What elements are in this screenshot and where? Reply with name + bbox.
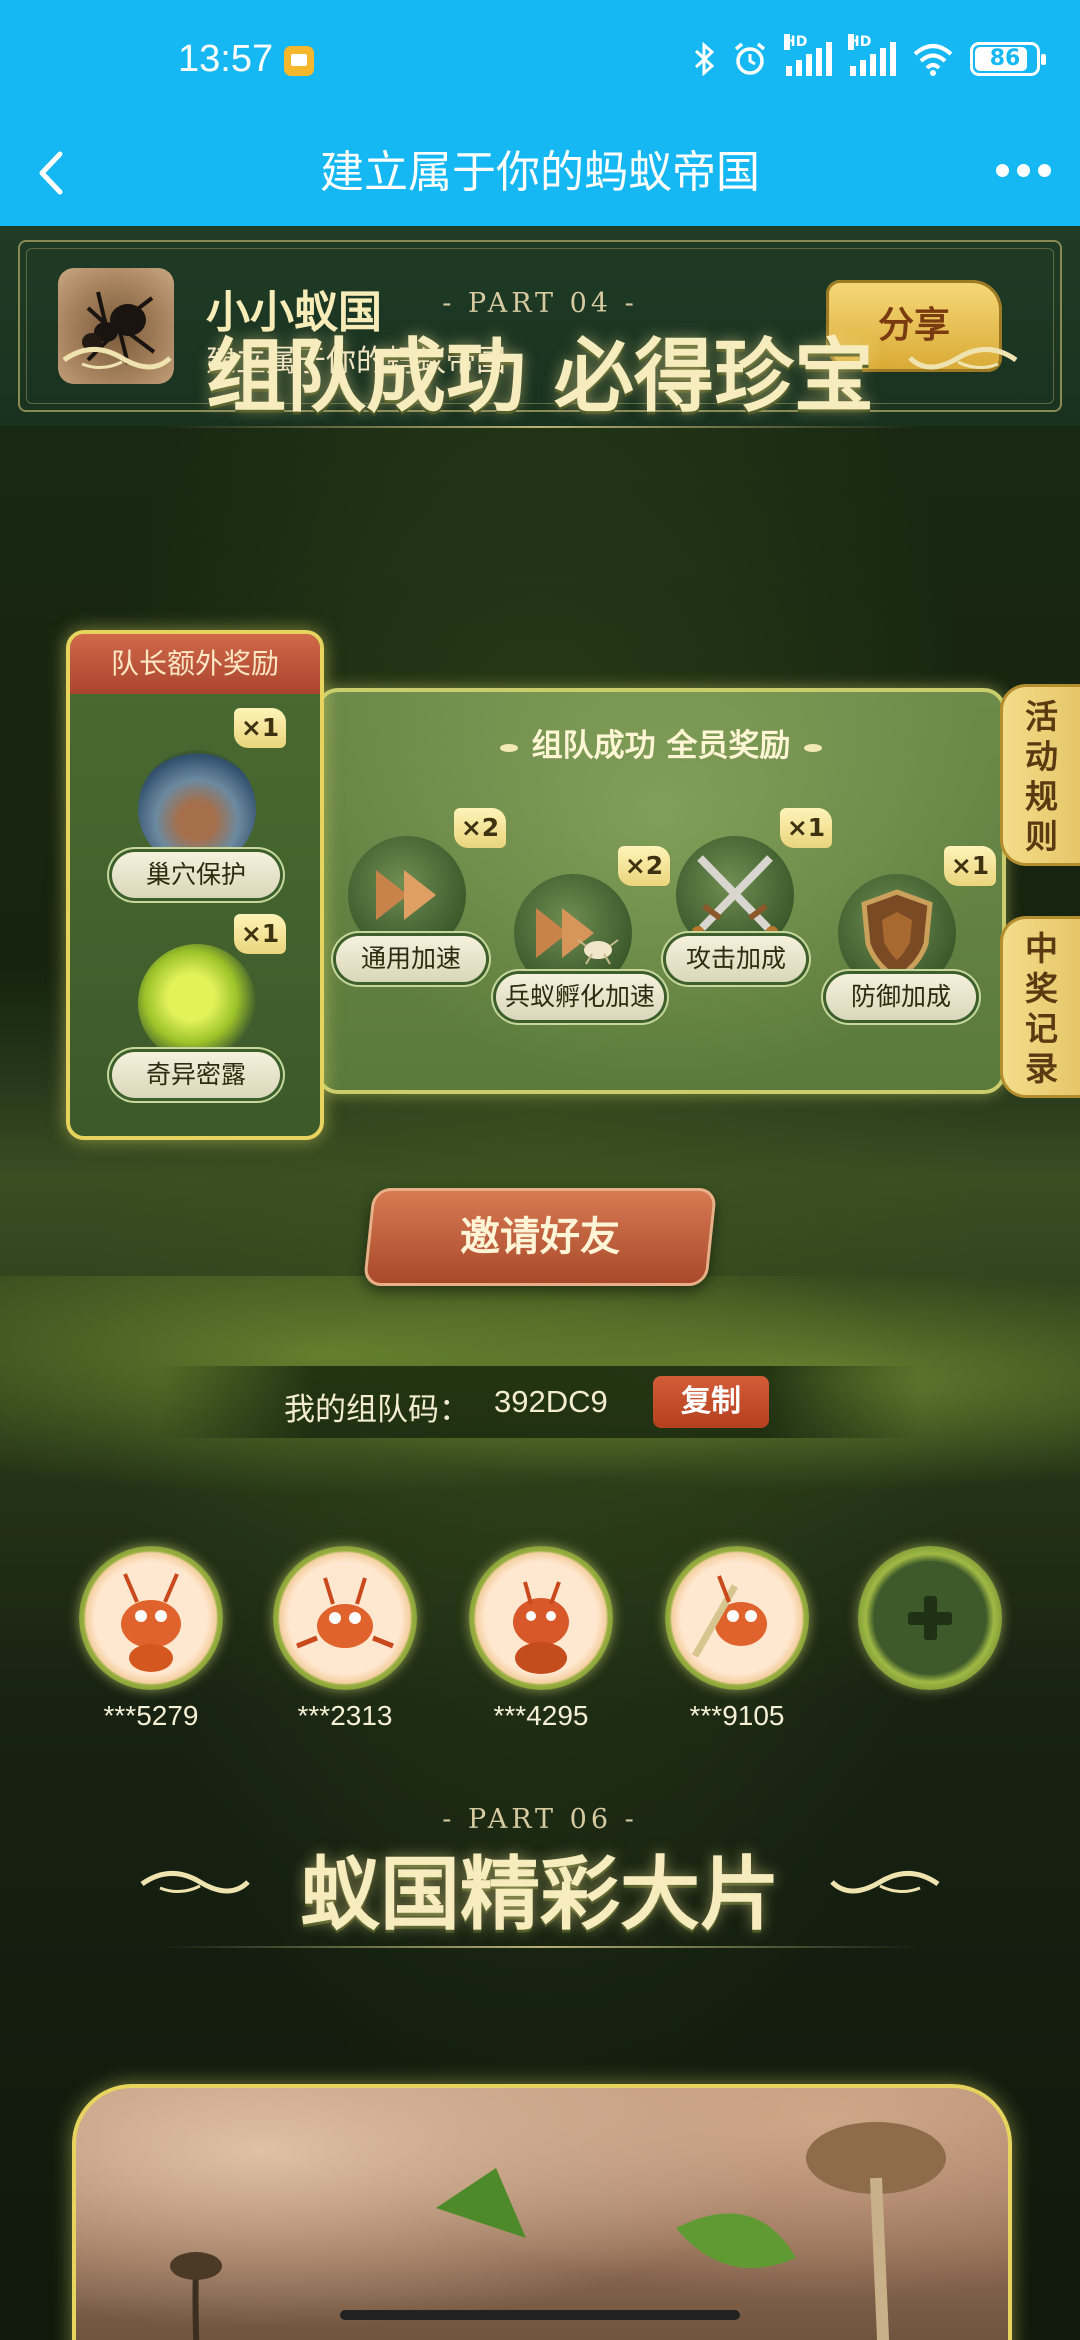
reward-nest-protection[interactable]: ×1 巢穴保护	[112, 708, 286, 898]
records-char: 录	[1025, 1049, 1058, 1088]
title-divider	[160, 426, 920, 428]
activity-page: 小小蚁国 建立属于你的蚂蚁帝国 分享 - PART 04 - 组队成功 必得珍宝…	[0, 226, 1080, 2340]
swirl-right-icon	[830, 1871, 940, 1894]
reward-label: 兵蚁孵化加速	[496, 974, 664, 1020]
reward-count: ×2	[618, 846, 670, 886]
member-id: ***2313	[297, 1700, 393, 1731]
avatar	[665, 1546, 809, 1690]
team-member: ***9105	[662, 1546, 812, 1732]
rules-char: 则	[1025, 817, 1058, 856]
honeydew-icon	[138, 944, 256, 1062]
nest-protection-icon	[138, 750, 256, 868]
captain-reward-title: 队长额外奖励	[70, 634, 320, 694]
activity-rules-tab[interactable]: 活 动 规 则	[1000, 684, 1080, 866]
reward-label: 防御加成	[826, 974, 976, 1020]
avatar	[273, 1546, 417, 1690]
invite-friends-label: 邀请好友	[460, 1214, 620, 1260]
reward-soldier-hatch-speedup[interactable]: ×2 兵蚁孵化加速	[496, 846, 670, 1020]
more-icon[interactable]	[988, 140, 1058, 200]
status-bar: 13:57 HD HD 86	[0, 0, 1080, 120]
title-bar: 建立属于你的蚂蚁帝国	[0, 120, 1080, 226]
reward-label: 通用加速	[336, 936, 486, 982]
reward-label: 攻击加成	[666, 936, 806, 982]
reward-count: ×2	[454, 808, 506, 848]
rules-char: 活	[1025, 697, 1058, 736]
reward-strange-honeydew[interactable]: ×1 奇异密露	[112, 914, 286, 1104]
signal-hd-icon: HD	[784, 34, 832, 76]
team-member: ***4295	[466, 1546, 616, 1732]
rules-char: 动	[1025, 737, 1058, 776]
video-player[interactable]	[72, 2084, 1012, 2340]
team-reward-title-text: 组队成功 全员奖励	[531, 728, 791, 764]
team-member: ***2313	[270, 1546, 420, 1732]
swirl-right-icon	[908, 347, 1018, 370]
notification-icon	[284, 46, 314, 76]
records-char: 奖	[1025, 969, 1058, 1008]
team-member: ***5279	[76, 1546, 226, 1732]
rules-char: 规	[1025, 777, 1058, 816]
alarm-icon	[734, 42, 766, 75]
reward-attack-bonus[interactable]: ×1 攻击加成	[666, 808, 836, 982]
reward-label: 奇异密露	[112, 1052, 280, 1098]
battery-icon: 86	[970, 42, 1046, 76]
reward-defense-bonus[interactable]: ×1 防御加成	[826, 846, 996, 1020]
reward-count: ×1	[780, 808, 832, 848]
reward-general-speedup[interactable]: ×2 通用加速	[336, 808, 506, 982]
team-reward-title: 组队成功 全员奖励	[320, 720, 1002, 765]
member-id: ***5279	[103, 1700, 199, 1731]
team-code-value: 392DC9	[494, 1384, 608, 1419]
team-code-row: 我的组队码： 392DC9 复制	[160, 1366, 920, 1438]
reward-label: 巢穴保护	[112, 852, 280, 898]
wifi-icon	[913, 44, 953, 76]
add-member-button[interactable]	[858, 1546, 1002, 1690]
signal-hd-icon: HD	[848, 34, 896, 76]
home-indicator[interactable]	[340, 2310, 740, 2320]
status-icons: HD HD 86	[694, 34, 1046, 82]
win-records-tab[interactable]: 中 奖 记 录	[1000, 916, 1080, 1098]
video-thumbnail	[170, 2122, 946, 2340]
avatar	[79, 1546, 223, 1690]
title-divider	[160, 1946, 920, 1948]
copy-button[interactable]: 复制	[653, 1376, 769, 1428]
reward-count: ×1	[234, 708, 286, 748]
battery-level: 86	[989, 46, 1021, 71]
page-title: 建立属于你的蚂蚁帝国	[320, 147, 760, 198]
team-code-label: 我的组队码：	[284, 1392, 470, 1428]
member-id: ***9105	[689, 1700, 785, 1731]
bluetooth-icon	[694, 42, 715, 76]
records-char: 记	[1025, 1009, 1058, 1048]
records-char: 中	[1025, 929, 1058, 968]
status-time: 13:57	[178, 38, 274, 80]
reward-count: ×1	[944, 846, 996, 886]
invite-friends-button[interactable]: 邀请好友	[362, 1188, 718, 1286]
avatar	[469, 1546, 613, 1690]
member-id: ***4295	[493, 1700, 589, 1731]
reward-count: ×1	[234, 914, 286, 954]
